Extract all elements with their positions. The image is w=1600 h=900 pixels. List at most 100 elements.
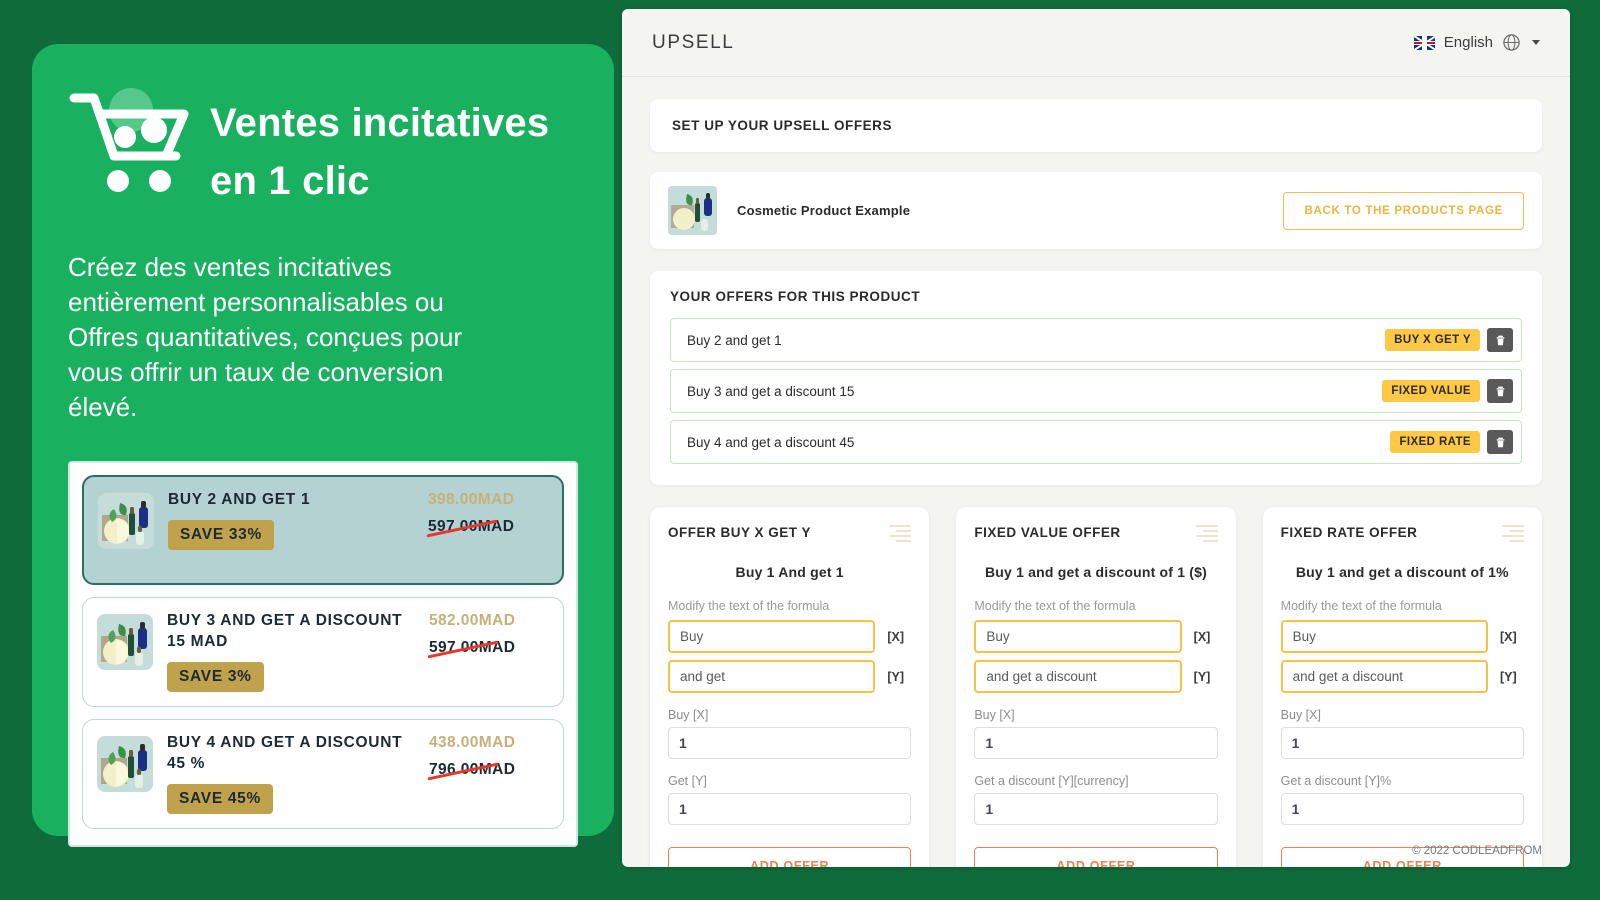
- back-to-products-button[interactable]: BACK TO THE PRODUCTS PAGE: [1283, 191, 1524, 230]
- offers-preview-list: BUY 2 AND GET 1 SAVE 33% 398.00MAD 597.0…: [68, 461, 578, 847]
- promo-header: Ventes incitatives en 1 clic: [68, 70, 578, 210]
- your-offers-panel: YOUR OFFERS FOR THIS PRODUCT Buy 2 and g…: [650, 271, 1542, 485]
- offer-row[interactable]: Buy 3 and get a discount 15 FIXED VALUE: [670, 369, 1522, 413]
- form-card-header: FIXED RATE OFFER: [1281, 525, 1524, 542]
- preview-offer-prices: 398.00MAD 597.00MAD: [426, 489, 548, 538]
- buy-x-input[interactable]: [974, 727, 1218, 759]
- offer-row[interactable]: Buy 4 and get a discount 45 FIXED RATE: [670, 420, 1522, 464]
- align-right-icon: [1195, 525, 1218, 542]
- product-name: Cosmetic Product Example: [737, 203, 911, 218]
- preview-save-badge: SAVE 45%: [167, 784, 273, 814]
- add-offer-button[interactable]: ADD OFFER: [974, 847, 1218, 867]
- preview-offer-body: BUY 2 AND GET 1 SAVE 33%: [168, 489, 414, 550]
- preview-offer-name: BUY 3 AND GET A DISCOUNT 15 MAD: [167, 612, 403, 650]
- trash-icon[interactable]: [1487, 328, 1513, 352]
- globe-icon[interactable]: [1502, 33, 1521, 52]
- chevron-down-icon[interactable]: [1532, 40, 1540, 45]
- buy-x-label: Buy [X]: [668, 708, 709, 722]
- screen-root: Ventes incitatives en 1 clic Créez des v…: [0, 0, 1600, 900]
- formula-hint: Modify the text of the formula: [668, 599, 830, 613]
- offer-label: Buy 3 and get a discount 15: [687, 383, 855, 399]
- app-brand-title: UPSELL: [652, 31, 735, 53]
- preview-price-new: 438.00MAD: [429, 734, 516, 751]
- formula-text-input-1[interactable]: [1280, 620, 1488, 653]
- preview-offer-body: BUY 3 AND GET A DISCOUNT 15 MAD SAVE 3%: [167, 610, 415, 692]
- offer-row-actions: FIXED RATE: [1390, 430, 1513, 454]
- discount-value-input[interactable]: [974, 793, 1218, 825]
- offer-label: Buy 4 and get a discount 45: [687, 434, 855, 450]
- add-offer-button[interactable]: ADD OFFER: [668, 847, 912, 867]
- placeholder-tag-x: [X]: [887, 629, 904, 644]
- offer-row[interactable]: Buy 2 and get 1 BUY X GET Y: [670, 318, 1522, 362]
- form-card-title: FIXED VALUE OFFER: [974, 525, 1121, 540]
- formula-text-input-1[interactable]: [974, 620, 1182, 653]
- formula-preview: Buy 1 and get a discount of 1%: [1295, 564, 1509, 580]
- preview-price-old: 597.00MAD: [427, 639, 515, 659]
- discount-rate-input[interactable]: [1280, 793, 1524, 825]
- offer-label: Buy 2 and get 1: [687, 332, 782, 348]
- offer-form-fixed-value: FIXED VALUE OFFER Buy 1 and get a discou…: [956, 507, 1236, 867]
- preview-offer-name: BUY 4 AND GET A DISCOUNT 45 %: [167, 734, 403, 772]
- promo-description: Créez des ventes incitatives entièrement…: [68, 252, 463, 422]
- trash-icon[interactable]: [1487, 430, 1513, 454]
- offer-type-badge: FIXED RATE: [1390, 431, 1480, 453]
- formula-text-input-2[interactable]: [1280, 660, 1488, 693]
- align-right-icon: [1501, 525, 1524, 542]
- preview-offer-card[interactable]: BUY 3 AND GET A DISCOUNT 15 MAD SAVE 3% …: [82, 597, 564, 707]
- buy-x-input[interactable]: [668, 727, 912, 759]
- offer-type-badge: FIXED VALUE: [1382, 380, 1480, 402]
- preview-offer-name: BUY 2 AND GET 1: [168, 491, 311, 508]
- buy-x-label: Buy [X]: [974, 708, 1015, 722]
- buy-x-input[interactable]: [1280, 727, 1524, 759]
- preview-price-old: 597.00MAD: [426, 518, 514, 538]
- trash-icon[interactable]: [1487, 379, 1513, 403]
- header-actions: English: [1413, 33, 1540, 52]
- preview-offer-card[interactable]: BUY 2 AND GET 1 SAVE 33% 398.00MAD 597.0…: [82, 475, 564, 585]
- placeholder-tag-y: [Y]: [887, 669, 904, 684]
- product-image: [668, 186, 717, 235]
- offer-type-badge: BUY X GET Y: [1385, 329, 1480, 351]
- setup-offers-panel: SET UP YOUR UPSELL OFFERS: [650, 99, 1542, 152]
- offer-row-actions: FIXED VALUE: [1382, 379, 1513, 403]
- app-header: UPSELL English: [622, 9, 1570, 77]
- product-thumbnail: [97, 736, 153, 792]
- formula-preview: Buy 1 and get a discount of 1 ($): [984, 564, 1208, 580]
- formula-hint: Modify the text of the formula: [1280, 599, 1442, 613]
- shopping-cart-icon: [68, 82, 192, 194]
- formula-text-input-1[interactable]: [668, 620, 876, 653]
- buy-x-label: Buy [X]: [1280, 708, 1321, 722]
- product-thumbnail: [98, 493, 154, 549]
- preview-offer-card[interactable]: BUY 4 AND GET A DISCOUNT 45 % SAVE 45% 4…: [82, 719, 564, 829]
- preview-save-badge: SAVE 33%: [168, 520, 274, 550]
- formula-text-row-2: [Y]: [668, 660, 911, 693]
- offer-row-actions: BUY X GET Y: [1385, 328, 1513, 352]
- offer-form-buy-x-get-y: OFFER BUY X GET Y Buy 1 And get 1 Modify…: [650, 507, 930, 867]
- promo-title-line2: en 1 clic: [210, 159, 370, 203]
- formula-text-input-2[interactable]: [974, 660, 1182, 693]
- formula-text-input-2[interactable]: [668, 660, 876, 693]
- offers-list: Buy 2 and get 1 BUY X GET Y Buy 3 and ge…: [670, 318, 1522, 464]
- promo-title-line1: Ventes incitatives: [210, 101, 550, 145]
- preview-price-new: 398.00MAD: [428, 491, 515, 508]
- setup-offers-title: SET UP YOUR UPSELL OFFERS: [672, 118, 893, 133]
- form-card-header: OFFER BUY X GET Y: [668, 525, 912, 542]
- offer-form-fixed-rate: FIXED RATE OFFER Buy 1 and get a discoun…: [1262, 507, 1542, 867]
- app-footer: © 2022 CODLEADFROM: [1412, 845, 1542, 857]
- preview-offer-prices: 582.00MAD 597.00MAD: [427, 610, 549, 659]
- form-card-title: OFFER BUY X GET Y: [668, 525, 812, 540]
- placeholder-tag-y: [Y]: [1193, 669, 1211, 684]
- formula-text-row-1: [X]: [1280, 620, 1524, 653]
- preview-price-old: 796.00MAD: [427, 761, 515, 781]
- formula-hint: Modify the text of the formula: [974, 599, 1136, 613]
- discount-rate-label: Get a discount [Y]%: [1280, 774, 1392, 788]
- get-y-label: Get [Y]: [668, 774, 707, 788]
- placeholder-tag-y: [Y]: [1499, 669, 1517, 684]
- form-card-header: FIXED VALUE OFFER: [974, 525, 1218, 542]
- app-body: SET UP YOUR UPSELL OFFERS Cosmetic Produ…: [622, 77, 1570, 867]
- preview-offer-body: BUY 4 AND GET A DISCOUNT 45 % SAVE 45%: [167, 732, 415, 814]
- get-y-input[interactable]: [668, 793, 912, 825]
- formula-text-row-2: [Y]: [974, 660, 1217, 693]
- preview-offer-prices: 438.00MAD 796.00MAD: [427, 732, 549, 781]
- language-label[interactable]: English: [1444, 34, 1493, 51]
- formula-preview: Buy 1 And get 1: [735, 564, 844, 580]
